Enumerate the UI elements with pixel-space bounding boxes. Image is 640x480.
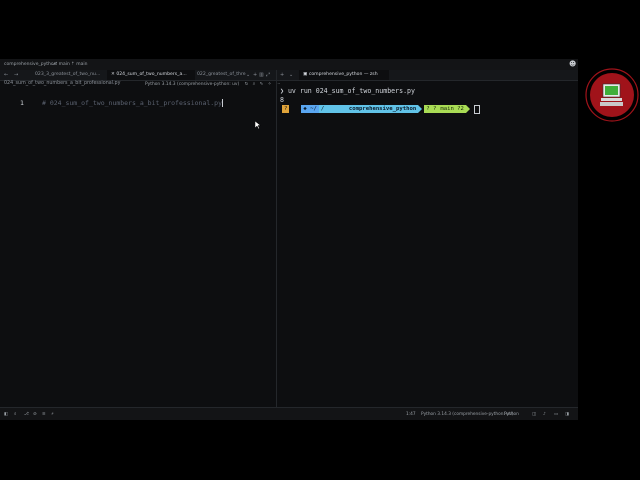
tab-023[interactable]: 023_3_greatest_of_two_nu... (31, 70, 111, 80)
terminal-output: 8 (280, 96, 284, 104)
editor-toolbar: Python 3.14.3 (comprehensive-python: uv)… (145, 81, 280, 90)
terminal-prompt: ? ◆ ~/ / comprehensive_python ? ? main ?… (282, 104, 480, 114)
breadcrumb[interactable]: 024_sum_of_two_numbers_a_bit_professiona… (4, 81, 120, 90)
prompt-status-segment: ? (282, 105, 290, 113)
forward-arrow-icon[interactable]: → (14, 70, 18, 80)
code-comment-line[interactable]: # 024_sum_of_two_numbers_a_bit_professio… (42, 99, 224, 107)
terminal-cursor (473, 104, 480, 114)
split-pane-icon[interactable]: ▥ (259, 70, 264, 80)
outline-icon[interactable]: ≡ (42, 412, 46, 417)
prompt-arrow-icon (418, 105, 423, 113)
prompt-branch-arrow-icon (465, 105, 470, 113)
mouse-pointer-icon (255, 121, 261, 130)
terminal-dropdown-icon[interactable]: ⌄ (289, 70, 293, 80)
user-avatar-icon[interactable]: ☻ (569, 60, 576, 68)
line-number: 1 (20, 99, 24, 107)
pane-divider[interactable] (276, 70, 277, 407)
apple-icon: ◆ (303, 106, 307, 112)
project-search-icon[interactable]: ⌕ (14, 412, 16, 417)
status-bar: ◧ ⌕ ⎇ ⊘ ≡ ⚡ 1:47 Python 3.14.3 (comprehe… (0, 407, 578, 420)
tab-022[interactable]: 022_greatest_of_thre (193, 70, 251, 80)
tab-terminal[interactable]: ▣ comprehensive_python — zsh (299, 70, 389, 80)
prompt-slash-segment: / (318, 105, 343, 113)
bolt-icon[interactable]: ⚡ (51, 412, 54, 417)
text-caret (222, 99, 224, 107)
branch-indicator[interactable]: ⎇ main (52, 62, 70, 67)
back-arrow-icon[interactable]: ← (4, 70, 8, 80)
channel-logo-icon (585, 68, 639, 122)
terminal-panel-icon[interactable]: ▭ (554, 412, 558, 417)
split-right-icon[interactable]: ◨ (565, 412, 569, 417)
editor-tab-bar: ← → 023_3_greatest_of_two_nu... ✕ 024_su… (0, 70, 276, 81)
maximize-icon[interactable]: ⤢ (266, 70, 270, 80)
prompt-git-icons: ? ? (424, 105, 439, 113)
language-mode[interactable]: Python (504, 412, 519, 417)
tab-024-active[interactable]: ✕ 024_sum_of_two_numbers_a... (107, 70, 195, 80)
terminal-tab-bar: + ⌄ ▣ comprehensive_python — zsh (277, 70, 578, 81)
zed-editor-window: comprehensive_python ⎇ main ⇡ main ☻ ← →… (0, 59, 578, 420)
add-terminal-icon[interactable]: + (280, 70, 284, 80)
run-icon[interactable]: ✎ (260, 82, 264, 87)
interpreter-chip[interactable]: Python 3.14.3 (comprehensive-python: uv) (145, 82, 239, 87)
git-panel-icon[interactable]: ⎇ (24, 412, 29, 417)
cursor-position[interactable]: 1:47 (406, 412, 416, 417)
assistant-panel-icon[interactable]: ◫ (532, 412, 536, 417)
diagnostics-icon[interactable]: ⊘ (33, 412, 37, 417)
prompt-home-segment: ◆ ~/ (301, 105, 319, 113)
add-tab-icon[interactable]: + (253, 70, 257, 80)
project-name[interactable]: comprehensive_python (4, 62, 56, 67)
remote-indicator[interactable]: ⇡ main (71, 62, 87, 67)
terminal-command-line: ❯ uv run 024_sum_of_two_numbers.py (280, 87, 415, 95)
prompt-branch-segment: main ?2 (438, 105, 466, 113)
tab-dropdown-icon[interactable]: ⌄ (246, 70, 250, 80)
refresh-icon[interactable]: ↻ (245, 82, 249, 87)
panel-toggle-icon[interactable]: ◧ (4, 412, 8, 417)
assistant-icon[interactable]: ✧ (268, 82, 272, 87)
interpreter-status[interactable]: Python 3.14.3 (comprehensive-python: uv) (421, 412, 513, 417)
prompt-directory-segment: comprehensive_python (342, 105, 419, 113)
bell-icon[interactable]: ♪ (543, 412, 546, 417)
terminal-command: uv run 024_sum_of_two_numbers.py (287, 87, 415, 95)
search-icon[interactable]: ⌕ (253, 82, 255, 87)
